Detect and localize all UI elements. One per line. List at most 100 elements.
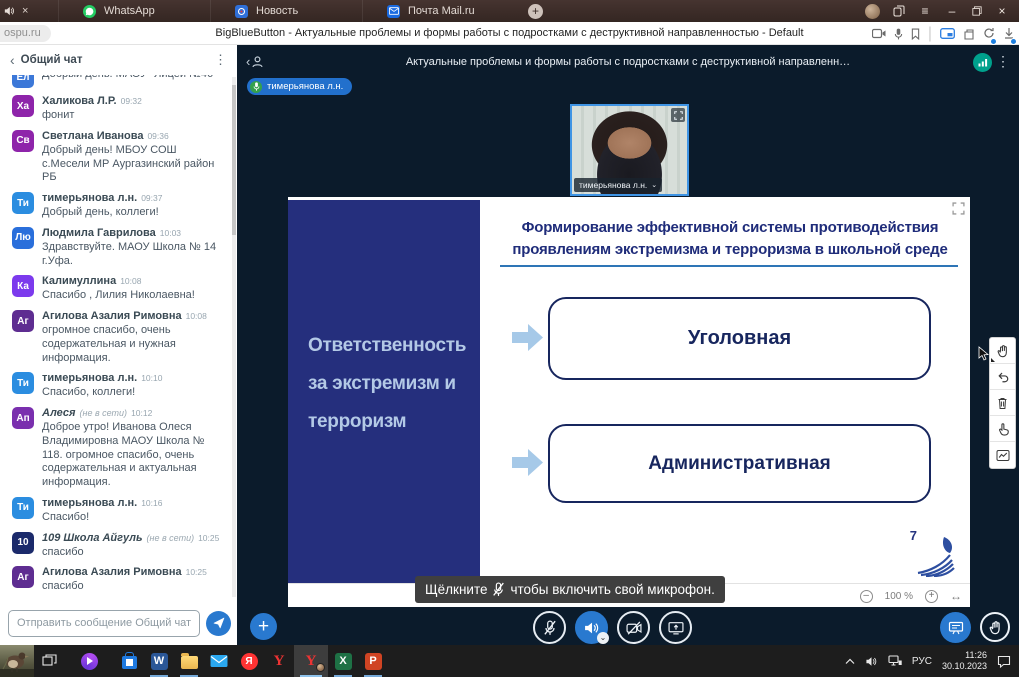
send-message-button[interactable] bbox=[206, 611, 231, 636]
message-author: Светлана Иванова bbox=[42, 130, 143, 142]
audio-toggle-button[interactable]: ⌄ bbox=[575, 611, 608, 644]
language-indicator[interactable]: РУС bbox=[912, 656, 932, 667]
webcam-name-label[interactable]: тимерьянова л.н. ⌄ bbox=[574, 178, 662, 192]
sync-badge bbox=[990, 38, 997, 45]
chat-message-list[interactable]: Ел Добрый день. МАОУ "Лицей №46" Ха Хали… bbox=[0, 75, 231, 599]
browser-menu-icon[interactable]: ≡ bbox=[918, 4, 932, 18]
taskbar-mail[interactable] bbox=[204, 645, 234, 677]
whiteboard-toolbar bbox=[989, 337, 1016, 469]
presentation-slide[interactable]: Ответственность за экстремизм и террориз… bbox=[288, 197, 970, 583]
expand-icon bbox=[952, 202, 965, 215]
new-tab-button[interactable]: + bbox=[528, 4, 543, 19]
screenshare-button[interactable] bbox=[659, 611, 692, 644]
message-time: 10:03 bbox=[160, 228, 181, 238]
chat-options-kebab-icon[interactable]: ⋮ bbox=[214, 52, 227, 68]
mic-permission-icon[interactable] bbox=[894, 28, 903, 40]
avatar: Ти bbox=[12, 192, 34, 214]
fit-width-button[interactable]: ↔ bbox=[950, 589, 962, 603]
sync-icon[interactable] bbox=[983, 25, 995, 43]
pointer-tool-button[interactable] bbox=[990, 416, 1015, 442]
start-button[interactable] bbox=[0, 645, 34, 677]
message-author: Агилова Азалия Римовна bbox=[42, 566, 182, 578]
window-minimize-button[interactable]: – bbox=[945, 4, 959, 18]
webcam-fullscreen-button[interactable] bbox=[671, 108, 685, 122]
window-close-button[interactable]: × bbox=[995, 4, 1009, 18]
taskbar-excel[interactable]: X bbox=[328, 645, 358, 677]
pip-icon[interactable] bbox=[940, 28, 955, 39]
taskbar-powerpoint[interactable]: P bbox=[358, 645, 388, 677]
clear-annotations-button[interactable] bbox=[990, 390, 1015, 416]
download-icon[interactable] bbox=[1003, 25, 1015, 43]
chat-scrollbar-thumb[interactable] bbox=[232, 85, 236, 235]
slide-fullscreen-button[interactable] bbox=[952, 202, 965, 220]
raise-hand-button[interactable] bbox=[980, 612, 1010, 642]
tab-whatsapp[interactable]: WhatsApp bbox=[58, 0, 210, 22]
audio-options-badge[interactable]: ⌄ bbox=[597, 632, 609, 644]
chat-message: Св Светлана Иванова09:36 Добрый день! МБ… bbox=[12, 130, 227, 185]
active-tab-audio-partial[interactable]: × bbox=[0, 0, 58, 22]
undo-button[interactable] bbox=[990, 364, 1015, 390]
taskbar-store[interactable] bbox=[114, 645, 144, 677]
webcam-toggle-button[interactable] bbox=[617, 611, 650, 644]
tab-close-icon[interactable]: × bbox=[22, 5, 28, 17]
taskbar-yandex-browser[interactable]: Y bbox=[264, 645, 294, 677]
message-author: 109 Школа Айгуль bbox=[42, 532, 143, 544]
restore-presentation-button[interactable] bbox=[940, 612, 971, 643]
tray-date: 30.10.2023 bbox=[942, 661, 987, 672]
tab-label: Почта Mail.ru bbox=[408, 5, 475, 17]
toggle-userlist-button[interactable]: ‹ bbox=[246, 54, 264, 69]
browser-profile-avatar[interactable] bbox=[865, 4, 880, 19]
current-speaker-pill[interactable]: тимерьянова л.н. bbox=[247, 78, 352, 95]
message-text: Спасибо! bbox=[42, 511, 227, 525]
message-text: Спасибо , Лилия Николаевна! bbox=[42, 289, 227, 303]
zoom-in-button[interactable]: + bbox=[925, 590, 938, 603]
taskbar-yandex-browser-active[interactable]: Y bbox=[294, 645, 328, 677]
slide-title-rule bbox=[500, 265, 958, 267]
speaker-icon bbox=[584, 621, 599, 635]
tab-mailru[interactable]: Почта Mail.ru bbox=[362, 0, 514, 22]
message-time: 10:25 bbox=[186, 567, 207, 577]
connection-status-button[interactable] bbox=[973, 53, 992, 72]
window-restore-button[interactable] bbox=[972, 6, 982, 16]
notification-center-icon[interactable] bbox=[997, 655, 1011, 668]
network-icon[interactable] bbox=[888, 655, 902, 667]
tab-news[interactable]: Новость bbox=[210, 0, 362, 22]
chat-scrollbar[interactable] bbox=[232, 77, 236, 597]
meeting-options-kebab-icon[interactable]: ⋮ bbox=[996, 53, 1010, 70]
volume-icon[interactable] bbox=[865, 656, 878, 667]
tray-expand-icon[interactable] bbox=[845, 658, 855, 665]
webcam-video[interactable]: тимерьянова л.н. ⌄ bbox=[570, 104, 689, 196]
message-time: 10:25 bbox=[198, 533, 219, 543]
yandex-icon: Я bbox=[241, 653, 258, 670]
yandex-browser-icon: Y bbox=[306, 653, 317, 670]
zoom-out-button[interactable]: – bbox=[860, 590, 873, 603]
message-author: Алеся bbox=[42, 407, 76, 419]
message-author: Агилова Азалия Римовна bbox=[42, 310, 182, 322]
tooltip-text-post: чтобы включить свой микрофон. bbox=[510, 582, 714, 597]
tab-panels-icon[interactable] bbox=[893, 5, 905, 17]
taskbar-alice[interactable] bbox=[74, 645, 104, 677]
browser-title-row: ospu.ru BigBlueButton - Актуальные пробл… bbox=[0, 22, 1019, 45]
tray-clock[interactable]: 11:26 30.10.2023 bbox=[942, 650, 987, 672]
signal-bars-icon bbox=[978, 58, 988, 67]
chat-message: 10 109 Школа Айгуль(не в сети)10:25 спас… bbox=[12, 532, 227, 560]
multi-user-whiteboard-button[interactable] bbox=[990, 442, 1015, 468]
chat-back-button[interactable]: ‹ bbox=[10, 52, 15, 68]
chat-message-input[interactable] bbox=[8, 610, 200, 637]
bookmark-icon[interactable] bbox=[911, 28, 920, 40]
taskbar-yandex-app[interactable]: Я bbox=[234, 645, 264, 677]
avatar: Ти bbox=[12, 497, 34, 519]
mute-toggle-button[interactable] bbox=[533, 611, 566, 644]
taskbar-word[interactable]: W bbox=[144, 645, 174, 677]
camera-permission-icon[interactable] bbox=[872, 28, 886, 39]
pan-tool-button[interactable] bbox=[990, 338, 1015, 364]
message-offline-status: (не в сети) bbox=[147, 533, 195, 543]
chat-message: Аг Агилова Азалия Римовна10:08 огромное … bbox=[12, 310, 227, 365]
avatar: Лю bbox=[12, 227, 34, 249]
taskbar-explorer[interactable] bbox=[174, 645, 204, 677]
collections-icon[interactable] bbox=[963, 28, 975, 40]
actions-plus-button[interactable]: + bbox=[250, 613, 277, 640]
task-view-button[interactable] bbox=[34, 645, 64, 677]
avatar: Ка bbox=[12, 275, 34, 297]
zoom-level[interactable]: 100 % bbox=[885, 591, 913, 602]
